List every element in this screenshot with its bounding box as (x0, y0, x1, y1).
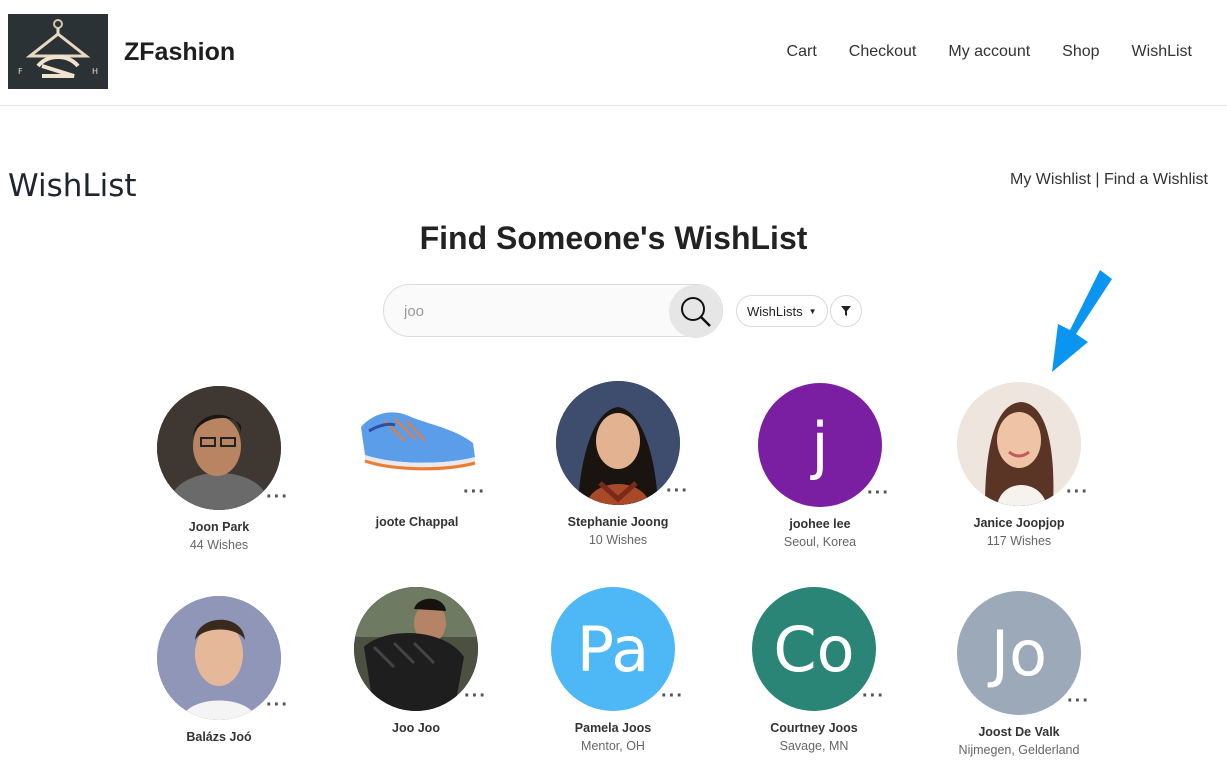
avatar[interactable]: j (758, 383, 882, 507)
caret-down-icon: ▼ (808, 306, 817, 316)
result-name[interactable]: Stephanie Joong (528, 515, 708, 529)
more-options-button[interactable]: ··· (266, 486, 289, 509)
avatar[interactable] (157, 596, 281, 720)
site-logo[interactable]: F H (8, 14, 108, 89)
result-card: ··· joote Chappal (327, 381, 507, 533)
result-card: ··· Stephanie Joong 10 Wishes (528, 381, 708, 547)
result-name[interactable]: Courtney Joos (724, 721, 904, 735)
more-options-button[interactable]: ··· (661, 685, 684, 708)
result-sub: 10 Wishes (588, 533, 648, 547)
search-icon (680, 296, 711, 327)
avatar[interactable] (354, 587, 478, 711)
result-card: ··· Janice Joopjop 117 Wishes (929, 382, 1109, 548)
nav-checkout[interactable]: Checkout (849, 43, 917, 61)
more-options-button[interactable]: ··· (1066, 481, 1089, 504)
wishlist-links: My Wishlist | Find a Wishlist (1010, 171, 1208, 189)
result-sub: 117 Wishes (986, 534, 1052, 548)
avatar[interactable]: Co (752, 587, 876, 711)
more-options-button[interactable]: ··· (862, 685, 885, 708)
my-wishlist-link[interactable]: My Wishlist (1010, 171, 1091, 188)
find-wishlist-heading: Find Someone's WishList (419, 220, 808, 256)
nav-my-account[interactable]: My account (948, 43, 1030, 61)
more-options-button[interactable]: ··· (867, 482, 890, 505)
result-name[interactable]: Joo Joo (326, 721, 506, 735)
user-photo-icon (157, 596, 281, 720)
nav-wishlist[interactable]: WishList (1132, 43, 1192, 61)
result-sub: Nijmegen, Gelderland (958, 743, 1080, 757)
result-card: ··· Joo Joo (326, 587, 506, 739)
search-input[interactable] (404, 299, 664, 323)
result-name[interactable]: Joost De Valk (929, 725, 1109, 739)
avatar[interactable] (355, 381, 479, 505)
annotation-arrow-icon (1052, 270, 1112, 372)
avatar[interactable]: Pa (551, 587, 675, 711)
filter-button[interactable] (830, 295, 862, 327)
main-nav: Cart Checkout My account Shop WishList (787, 43, 1192, 61)
result-card: Jo ··· Joost De Valk Nijmegen, Gelderlan… (929, 591, 1109, 757)
result-name[interactable]: Joon Park (129, 520, 309, 534)
result-sub: 44 Wishes (189, 538, 249, 552)
more-options-button[interactable]: ··· (266, 694, 289, 717)
result-card: ··· Joon Park 44 Wishes (129, 386, 309, 552)
result-name[interactable]: joohee lee (730, 517, 910, 531)
page-title: WishList (8, 168, 137, 204)
svg-text:F: F (18, 67, 23, 76)
site-header: F H ZFashion Cart Checkout My account Sh… (0, 0, 1227, 106)
result-sub: Mentor, OH (581, 739, 645, 753)
more-options-button[interactable]: ··· (463, 481, 486, 504)
more-options-button[interactable]: ··· (464, 685, 487, 708)
shoe-image-icon (361, 412, 476, 471)
result-name[interactable]: Pamela Joos (523, 721, 703, 735)
svg-text:H: H (92, 67, 98, 76)
user-photo-icon (957, 382, 1081, 506)
result-card: Pa ··· Pamela Joos Mentor, OH (523, 587, 703, 753)
result-name[interactable]: Janice Joopjop (929, 516, 1109, 530)
site-title[interactable]: ZFashion (124, 38, 235, 67)
avatar[interactable] (157, 386, 281, 510)
result-card: j ··· joohee lee Seoul, Korea (730, 383, 910, 549)
user-photo-icon (157, 386, 281, 510)
link-separator: | (1095, 171, 1100, 188)
avatar[interactable] (556, 381, 680, 505)
search-bar (383, 284, 723, 338)
result-name[interactable]: Balázs Joó (129, 730, 309, 744)
filter-icon (841, 306, 851, 316)
result-name[interactable]: joote Chappal (327, 515, 507, 529)
search-button[interactable] (669, 285, 722, 338)
result-card: Co ··· Courtney Joos Savage, MN (724, 587, 904, 753)
wishlists-dropdown[interactable]: WishLists ▼ (736, 295, 828, 327)
find-wishlist-link[interactable]: Find a Wishlist (1104, 171, 1208, 188)
user-photo-icon (556, 381, 680, 505)
hanger-logo-icon: F H (8, 14, 108, 89)
result-card: ··· Balázs Joó (129, 596, 309, 748)
nav-cart[interactable]: Cart (787, 43, 817, 61)
avatar[interactable]: Jo (957, 591, 1081, 715)
wishlists-dropdown-label: WishLists (747, 303, 803, 319)
more-options-button[interactable]: ··· (666, 480, 689, 503)
result-sub: Seoul, Korea (783, 535, 857, 549)
nav-shop[interactable]: Shop (1062, 43, 1099, 61)
more-options-button[interactable]: ··· (1067, 690, 1090, 713)
avatar[interactable] (957, 382, 1081, 506)
result-sub: Savage, MN (779, 739, 849, 753)
user-photo-icon (354, 587, 478, 711)
